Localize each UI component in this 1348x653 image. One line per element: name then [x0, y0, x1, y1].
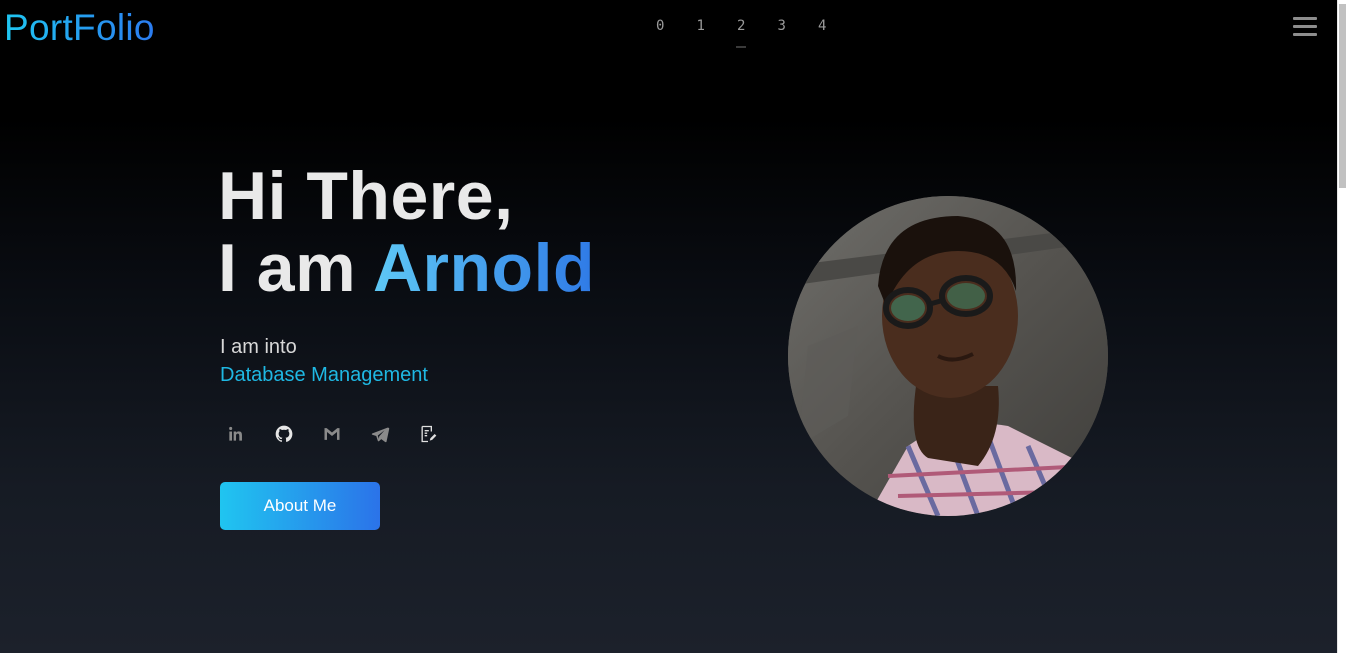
- site-logo[interactable]: PortFolio: [4, 7, 155, 49]
- about-me-button[interactable]: About Me: [220, 482, 380, 530]
- scrollbar-thumb[interactable]: [1339, 4, 1346, 188]
- hero-heading: Hi There, I am Arnold: [218, 160, 595, 304]
- hamburger-bar: [1293, 17, 1317, 20]
- role-label: I am into: [220, 336, 297, 358]
- profile-photo-illustration: [788, 196, 1108, 516]
- section-nav: 0 1 2 3 4: [640, 18, 843, 48]
- nav-item-1[interactable]: 1: [681, 18, 722, 34]
- hero-name: Arnold: [372, 230, 596, 306]
- hamburger-icon[interactable]: [1293, 16, 1317, 38]
- hamburger-bar: [1293, 25, 1317, 28]
- nav-item-4[interactable]: 4: [802, 18, 843, 34]
- hamburger-bar: [1293, 33, 1317, 36]
- profile-photo: [788, 196, 1108, 516]
- telegram-icon[interactable]: [364, 418, 396, 450]
- github-icon[interactable]: [268, 418, 300, 450]
- greeting-line: Hi There,: [218, 158, 514, 234]
- social-links: [220, 418, 460, 450]
- nav-item-2[interactable]: 2: [721, 18, 762, 48]
- linkedin-icon[interactable]: [220, 418, 252, 450]
- page-scrollbar[interactable]: [1337, 0, 1348, 653]
- greeting-prefix: I am: [218, 230, 373, 306]
- gmail-icon[interactable]: [316, 418, 348, 450]
- resume-icon[interactable]: [412, 418, 444, 450]
- nav-item-0[interactable]: 0: [640, 18, 681, 34]
- role-value: Database Management: [220, 364, 428, 386]
- nav-item-3[interactable]: 3: [762, 18, 803, 34]
